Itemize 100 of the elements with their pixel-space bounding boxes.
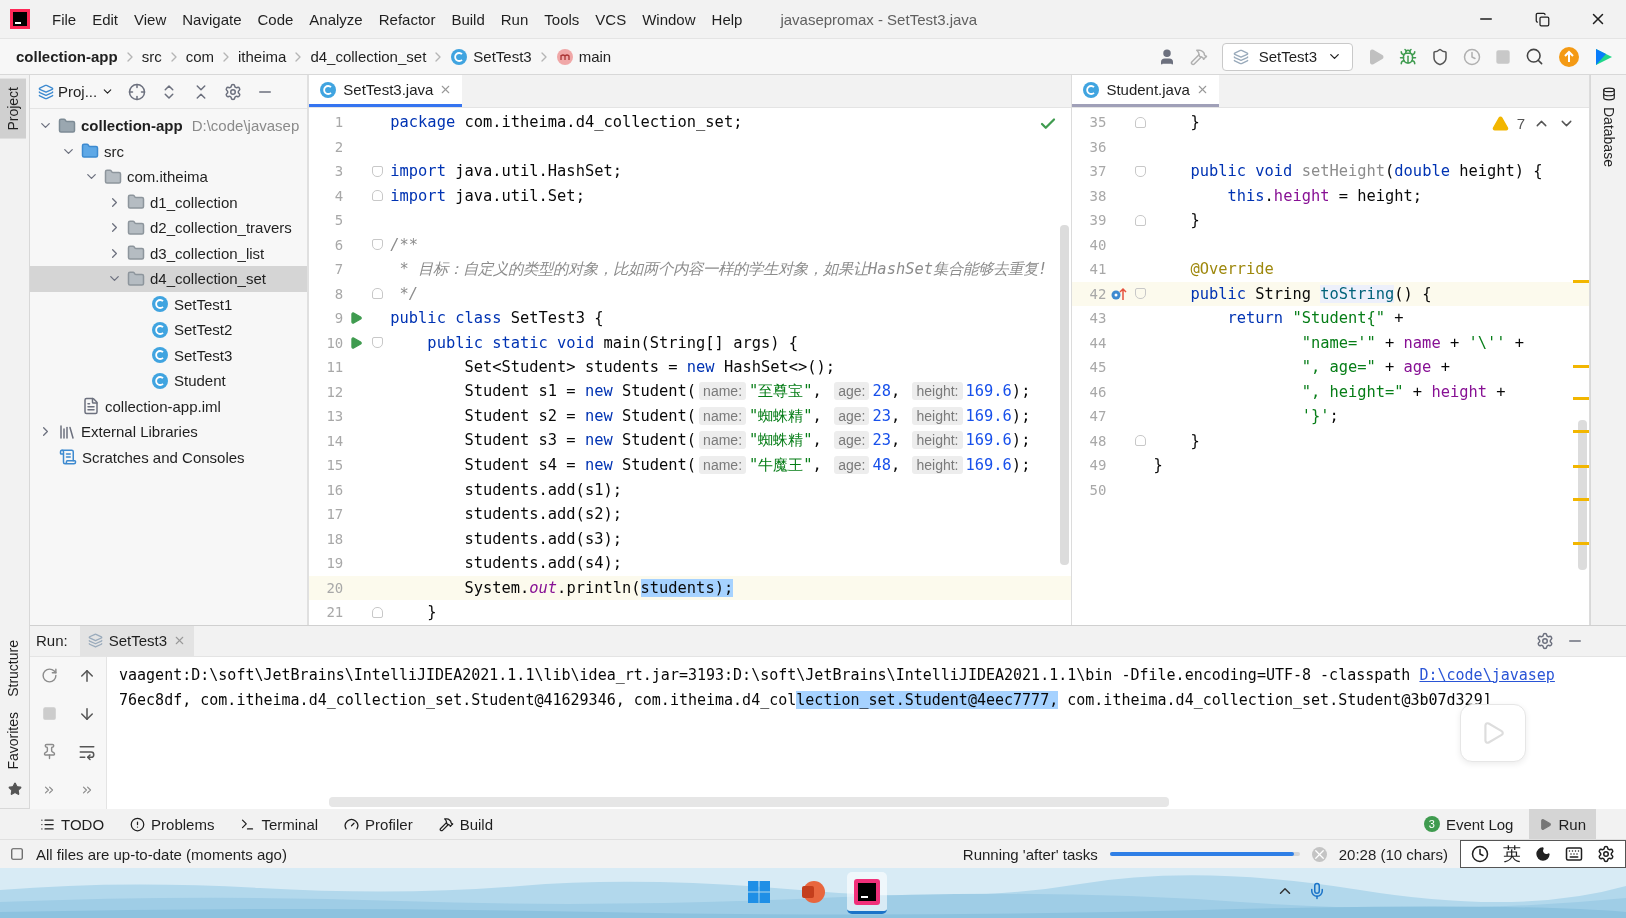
code-line: return "Student{" + <box>1226 309 1404 328</box>
warning-icon[interactable] <box>1491 115 1509 132</box>
menu-item[interactable]: VCS <box>587 10 635 28</box>
breadcrumb[interactable]: itheima <box>238 48 287 65</box>
profile-icon[interactable] <box>1463 47 1481 66</box>
tree-item[interactable]: External Libraries <box>30 419 308 445</box>
tree-item[interactable]: collection-app.iml <box>30 393 308 419</box>
line-number: 5 <box>333 212 344 229</box>
run-configuration-dropdown[interactable]: SetTest3 <box>1221 42 1353 71</box>
fold-marker[interactable] <box>1135 116 1147 128</box>
keyboard-icon[interactable] <box>1565 845 1583 863</box>
scrollbar-thumb[interactable] <box>1578 420 1588 570</box>
rerun-icon[interactable] <box>40 667 58 684</box>
code-line: import java.util.HashSet; <box>389 162 622 181</box>
editor-tab[interactable]: SetTest3.java <box>309 75 463 107</box>
menu-item[interactable]: Window <box>634 10 704 28</box>
menu-item[interactable]: Tools <box>536 10 588 28</box>
app-logo-icon <box>10 9 30 29</box>
override-icon[interactable] <box>1110 286 1129 301</box>
fold-marker[interactable] <box>372 288 384 300</box>
tool-window-button[interactable]: Build <box>428 809 503 839</box>
scrollbar-thumb[interactable] <box>1060 225 1070 565</box>
breadcrumb[interactable]: d4_collection_set <box>310 48 427 65</box>
menu-item[interactable]: File <box>44 10 85 28</box>
status-icon[interactable] <box>10 847 24 861</box>
coverage-icon[interactable] <box>1431 47 1449 66</box>
breadcrumb[interactable]: src <box>141 48 162 65</box>
line-number: 42 <box>1088 285 1107 302</box>
fold-marker[interactable] <box>1135 435 1147 447</box>
tool-window-button[interactable]: Run <box>1529 809 1596 839</box>
line-number: 46 <box>1088 383 1107 400</box>
run-icon[interactable] <box>349 311 364 326</box>
tree-item[interactable]: collection-app D:\code\javasep <box>30 113 308 139</box>
locate-icon[interactable] <box>128 82 147 101</box>
menu-item[interactable]: Edit <box>84 10 127 28</box>
update-icon[interactable] <box>1558 45 1580 68</box>
side-tab[interactable]: Project <box>0 79 26 139</box>
tree-item[interactable]: Student <box>30 368 308 394</box>
tool-window-button[interactable]: 3 Event Log <box>1413 809 1524 839</box>
project-view-dropdown[interactable]: Proj... <box>38 83 115 100</box>
menu-item[interactable]: View <box>126 10 175 28</box>
scrollbar[interactable] <box>329 796 1169 807</box>
tree-item[interactable]: src <box>30 138 308 164</box>
windows-logo-icon[interactable] <box>747 879 771 904</box>
menu-item[interactable]: Run <box>492 10 537 28</box>
fold-marker[interactable] <box>372 190 384 202</box>
breadcrumb[interactable]: SetTest3 <box>450 47 532 66</box>
fold-marker[interactable] <box>372 337 384 349</box>
line-number: 21 <box>325 604 344 621</box>
caret-position[interactable]: 20:28 (10 chars) <box>1338 845 1448 863</box>
fold-marker[interactable] <box>372 165 384 177</box>
slides-app-icon[interactable] <box>800 878 826 905</box>
tool-window-button[interactable]: TODO <box>30 809 115 839</box>
fold-marker[interactable] <box>372 606 384 618</box>
breadcrumb[interactable]: main <box>555 47 612 66</box>
fold-marker[interactable] <box>1135 288 1147 300</box>
tree-item[interactable]: SetTest2 <box>30 317 308 343</box>
debug-icon[interactable] <box>1399 47 1417 66</box>
menu-item[interactable]: Refactor <box>370 10 444 28</box>
tree-item[interactable]: com.itheima <box>30 164 308 190</box>
line-number: 45 <box>1088 359 1107 376</box>
tree-item[interactable]: d2_collection_travers <box>30 215 308 241</box>
restore-icon[interactable] <box>1534 11 1550 27</box>
tree-item[interactable]: Scratches and Consoles <box>30 444 308 470</box>
toolbox-logo-icon[interactable] <box>1594 46 1614 67</box>
moon-icon[interactable] <box>1535 846 1551 862</box>
breadcrumb[interactable]: collection-app <box>16 48 118 65</box>
tree-item[interactable]: d3_collection_list <box>30 240 308 266</box>
ime-language[interactable]: 英 <box>1503 842 1521 866</box>
classpath-link[interactable]: D:\code\javasep <box>1419 665 1555 684</box>
breadcrumb[interactable]: com <box>185 48 215 65</box>
fold-marker[interactable] <box>1135 214 1147 226</box>
tree-item[interactable]: d4_collection_set <box>30 266 308 292</box>
panel-label: Run: <box>36 632 68 649</box>
tool-window-button[interactable]: Terminal <box>230 809 329 839</box>
fold-marker[interactable] <box>372 239 384 251</box>
mic-icon[interactable] <box>1308 882 1326 900</box>
tool-window-button[interactable]: Profiler <box>334 809 423 839</box>
menu-item[interactable]: Code <box>249 10 302 28</box>
hammer-icon[interactable] <box>1189 47 1208 66</box>
editor-tab[interactable]: Student.java <box>1072 75 1219 107</box>
run-icon[interactable] <box>349 335 364 350</box>
side-tab[interactable]: Database <box>1591 79 1626 175</box>
tree-item[interactable]: SetTest3 <box>30 342 308 368</box>
tool-window-button[interactable]: Problems <box>120 809 225 839</box>
side-tab[interactable]: Structure <box>0 631 26 705</box>
side-tab[interactable]: Favorites <box>0 704 26 778</box>
search-icon[interactable] <box>1525 47 1544 66</box>
ide-app-icon[interactable] <box>854 878 880 905</box>
menu-item[interactable]: Build <box>443 10 493 28</box>
tree-item[interactable]: d1_collection <box>30 189 308 215</box>
settings-icon[interactable] <box>1597 845 1615 863</box>
run-tab[interactable]: SetTest3 <box>79 625 195 656</box>
fold-marker[interactable] <box>1135 165 1147 177</box>
menu-item[interactable]: Navigate <box>174 10 250 28</box>
menu-item[interactable]: Analyze <box>301 10 371 28</box>
folder-icon <box>127 269 145 288</box>
tree-item[interactable]: SetTest1 <box>30 291 308 317</box>
code-line: } <box>426 603 437 622</box>
menu-item[interactable]: Help <box>703 10 751 28</box>
